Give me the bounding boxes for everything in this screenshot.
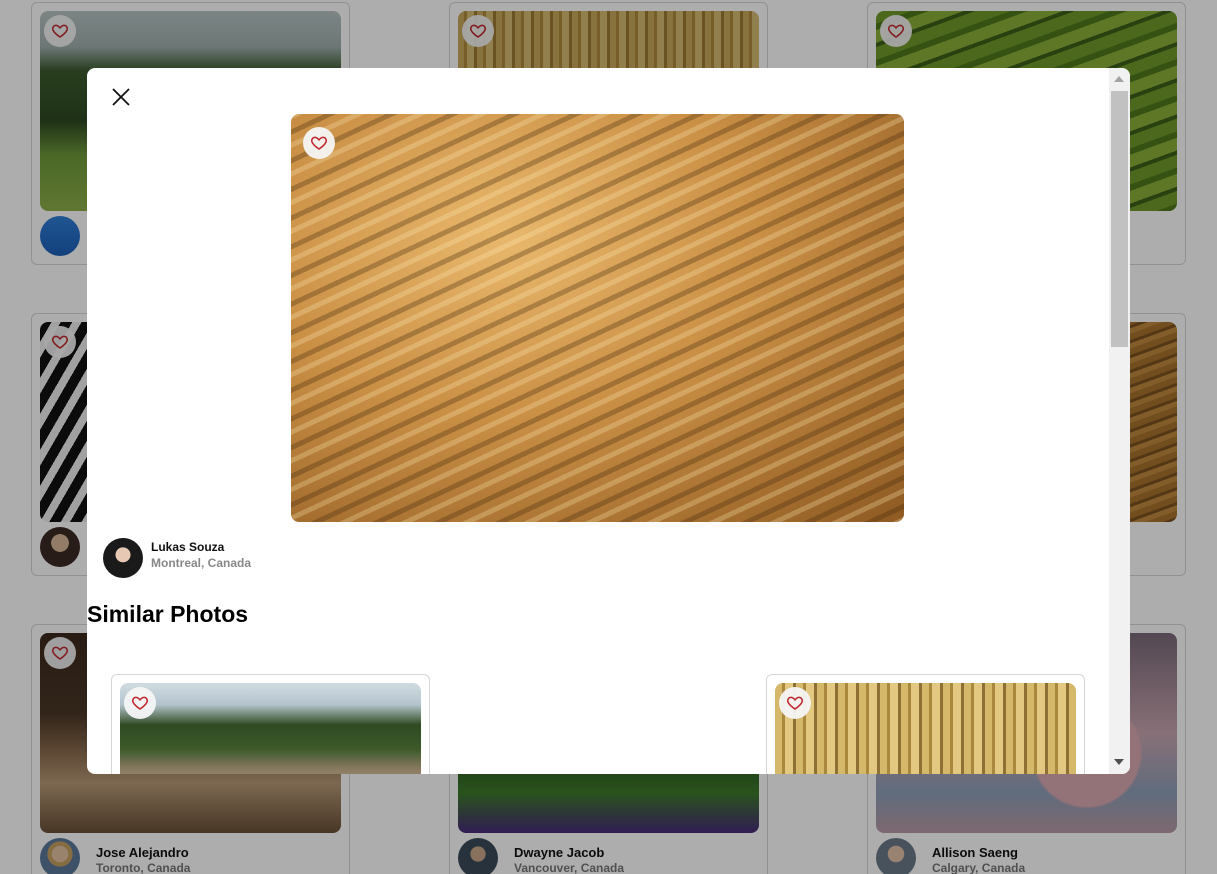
similar-photo-card[interactable]	[111, 674, 430, 774]
scroll-down-arrow-icon[interactable]	[1114, 759, 1124, 765]
similar-photos-title: Similar Photos	[87, 601, 249, 627]
owner-location: Montreal, Canada	[151, 556, 252, 570]
similar-photo-card[interactable]	[766, 674, 1085, 774]
heart-outline-icon	[786, 696, 804, 710]
close-icon	[112, 88, 130, 106]
scrollbar-thumb[interactable]	[1111, 91, 1128, 347]
heart-outline-icon	[310, 136, 328, 150]
heart-outline-icon	[131, 696, 149, 710]
main-photo	[291, 114, 904, 522]
photo-modal: Lukas Souza Montreal, Canada Similar Pho…	[87, 68, 1130, 774]
photo-thumbnail[interactable]	[775, 683, 1076, 774]
close-button[interactable]	[109, 85, 133, 109]
avatar[interactable]	[103, 538, 143, 578]
favorite-button[interactable]	[303, 127, 335, 159]
favorite-button[interactable]	[779, 687, 811, 719]
scrollbar[interactable]	[1109, 68, 1130, 774]
photo-thumbnail[interactable]	[120, 683, 421, 774]
owner-name: Lukas Souza	[151, 540, 225, 554]
favorite-button[interactable]	[124, 687, 156, 719]
scroll-up-arrow-icon[interactable]	[1114, 76, 1124, 82]
